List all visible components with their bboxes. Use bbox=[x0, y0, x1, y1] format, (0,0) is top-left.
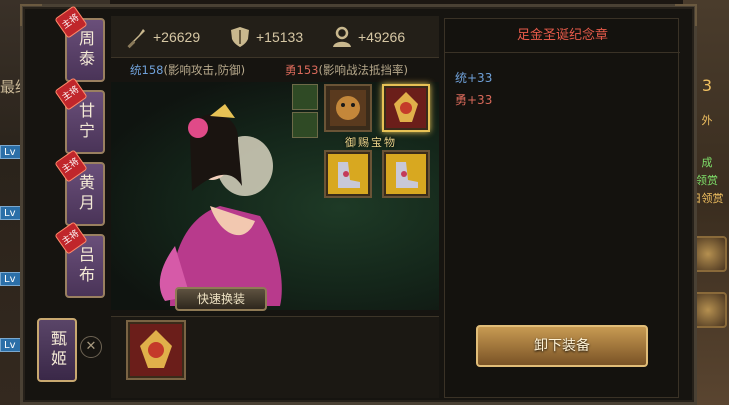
equipment-slot-medal[interactable] bbox=[382, 84, 430, 132]
person-icon bbox=[333, 26, 351, 47]
unequip-button[interactable]: 卸下装备 bbox=[476, 325, 648, 367]
item-detail-panel: 足金圣诞纪念章 统+33 勇+33 卸下装备 bbox=[444, 18, 680, 398]
treasure-slot-1[interactable] bbox=[324, 150, 372, 198]
defense-stat: +15133 bbox=[228, 24, 303, 50]
attribute-row: 勇153(影响战法抵挡率) bbox=[285, 62, 408, 78]
hp-stat: +49266 bbox=[330, 24, 405, 50]
quick-equip-button[interactable]: 快速换装 bbox=[175, 287, 267, 311]
corner-ornament bbox=[20, 4, 42, 26]
item-stat-yong: 勇+33 bbox=[455, 93, 493, 107]
treasure-slot-2[interactable] bbox=[382, 150, 430, 198]
hero-tab-zhenji[interactable]: 甄姬 bbox=[37, 318, 77, 382]
yong-label: 勇 bbox=[285, 63, 297, 77]
gold-medal-icon bbox=[130, 324, 182, 376]
defense-value: +15133 bbox=[256, 29, 304, 45]
tong-label: 统 bbox=[130, 63, 142, 77]
inventory-item-slot[interactable] bbox=[126, 320, 186, 380]
shield-icon bbox=[231, 27, 249, 47]
hero-portrait-zhenji bbox=[159, 104, 282, 306]
attack-stat: +26629 bbox=[125, 24, 200, 50]
attack-value: +26629 bbox=[153, 29, 201, 45]
gold-medal-icon bbox=[386, 88, 426, 128]
tong-value: 158 bbox=[141, 63, 164, 77]
boots-icon bbox=[328, 154, 368, 194]
hero-tab-label: 黄月 bbox=[76, 174, 95, 214]
yong-desc: (影响战法抵挡率) bbox=[318, 63, 408, 77]
tong-desc: (影响攻击,防御) bbox=[163, 63, 246, 77]
hero-tab-label: 周泰 bbox=[76, 30, 95, 70]
hp-value: +49266 bbox=[358, 29, 406, 45]
small-equipment-slot[interactable] bbox=[292, 112, 318, 138]
item-title: 足金圣诞纪念章 bbox=[445, 19, 680, 53]
hero-tab-label: 甘宁 bbox=[76, 102, 95, 142]
hero-tab-label: 吕布 bbox=[76, 246, 95, 286]
sword-icon bbox=[127, 29, 145, 49]
equipment-slot-weapon[interactable] bbox=[324, 84, 372, 132]
small-equipment-slot[interactable] bbox=[292, 84, 318, 110]
tiger-helm-icon bbox=[330, 90, 366, 126]
imperial-treasure-label: 御赐宝物 bbox=[345, 136, 397, 149]
hero-tab-label: 甄姬 bbox=[48, 330, 67, 370]
boots-icon bbox=[386, 154, 426, 194]
yong-value: 153 bbox=[296, 63, 319, 77]
item-stat-tong: 统+33 bbox=[455, 71, 493, 85]
attribute-row: 统158(影响攻击,防御) bbox=[130, 62, 245, 78]
bow-icon[interactable]: ✕ bbox=[80, 336, 102, 358]
